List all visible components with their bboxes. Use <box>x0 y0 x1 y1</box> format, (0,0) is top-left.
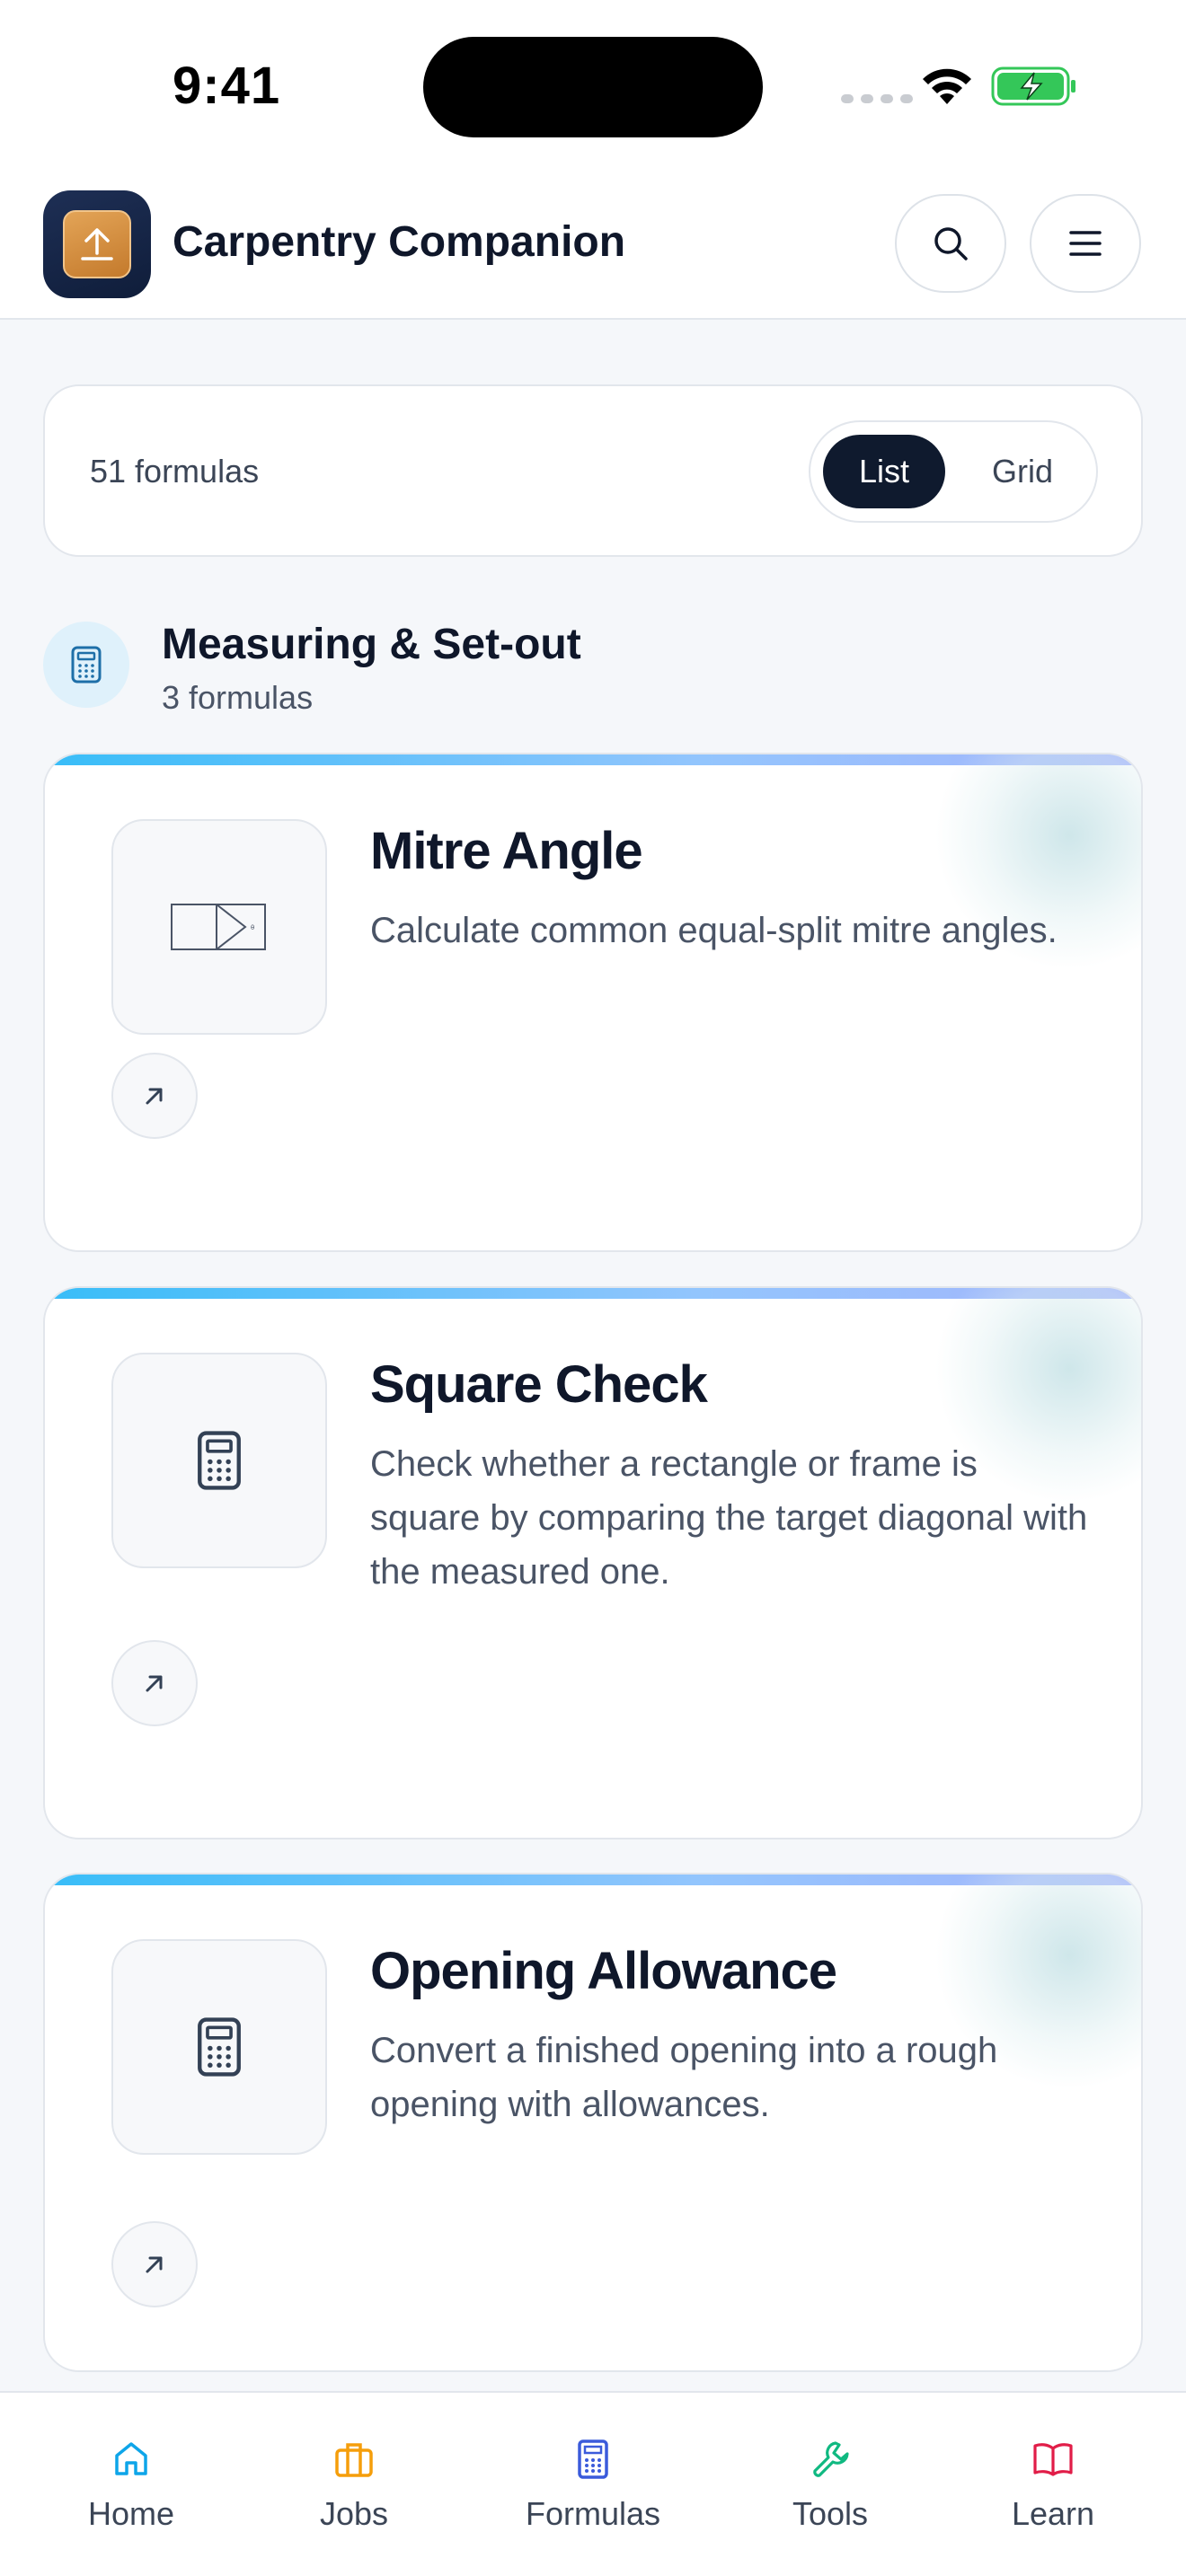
formula-card-square-check[interactable]: Square Check Check whether a rectangle o… <box>43 1286 1143 1839</box>
view-toggle: List Grid <box>809 420 1098 523</box>
nav-label: Home <box>87 2495 175 2532</box>
formula-description: Check whether a rectangle or frame is sq… <box>370 1444 1088 1592</box>
formula-thumbnail <box>111 1939 327 2155</box>
mitre-diagram-icon: θ <box>171 904 266 950</box>
calculator-icon <box>198 2017 241 2077</box>
category-count: 3 formulas <box>162 679 314 716</box>
book-icon <box>1033 2443 1073 2476</box>
formula-thumbnail: θ <box>111 819 327 1035</box>
nav-item-tools[interactable]: Tools <box>740 2393 920 2576</box>
app-header: Carpentry Companion <box>0 171 1186 320</box>
formula-summary-card: 51 formulas List Grid <box>43 384 1143 557</box>
wrench-icon <box>813 2441 849 2477</box>
nav-item-home[interactable]: Home <box>41 2393 221 2576</box>
open-formula-button[interactable] <box>111 1640 198 1726</box>
view-grid-button[interactable]: Grid <box>961 435 1084 508</box>
app-title: Carpentry Companion <box>173 218 626 266</box>
nav-label: Learn <box>1011 2495 1095 2532</box>
formula-title: Mitre Angle <box>370 822 643 880</box>
open-formula-button[interactable] <box>111 2221 198 2307</box>
arrow-up-right-icon <box>146 2256 163 2273</box>
wifi-icon <box>923 68 971 104</box>
view-list-button[interactable]: List <box>823 435 945 508</box>
cellular-signal-icon <box>841 94 913 103</box>
formula-description: Convert a finished opening into a rough … <box>370 2031 998 2124</box>
dynamic-island <box>423 37 763 137</box>
upload-box-icon <box>63 210 131 278</box>
calculator-icon <box>71 646 102 684</box>
nav-item-jobs[interactable]: Jobs <box>264 2393 444 2576</box>
formula-card-mitre-angle[interactable]: θ Mitre Angle Calculate common equal-spl… <box>43 753 1143 1252</box>
calculator-icon <box>198 1431 241 1490</box>
open-formula-button[interactable] <box>111 1053 198 1139</box>
formula-count: 51 formulas <box>90 453 260 490</box>
nav-label: Formulas <box>525 2495 661 2532</box>
search-icon <box>934 227 968 260</box>
formula-thumbnail <box>111 1353 327 1568</box>
formula-title: Square Check <box>370 1355 708 1414</box>
svg-text:θ: θ <box>251 924 254 931</box>
formula-card-opening-allowance[interactable]: Opening Allowance Convert a finished ope… <box>43 1873 1143 2372</box>
status-time: 9:41 <box>173 57 281 115</box>
nav-label: Jobs <box>319 2495 389 2532</box>
app-logo <box>43 190 151 298</box>
bottom-navigation: Home Jobs Formulas Tools Learn <box>0 2391 1186 2576</box>
arrow-up-right-icon <box>146 1088 163 1105</box>
home-icon <box>115 2442 147 2475</box>
menu-button[interactable] <box>1030 194 1141 293</box>
nav-label: Tools <box>792 2495 869 2532</box>
calculator-icon <box>578 2439 608 2479</box>
category-title: Measuring & Set-out <box>162 621 581 668</box>
status-bar: 9:41 <box>0 0 1186 171</box>
formula-title: Opening Allowance <box>370 1942 837 2000</box>
arrow-up-right-icon <box>146 1675 163 1692</box>
nav-item-learn[interactable]: Learn <box>963 2393 1143 2576</box>
nav-item-formulas[interactable]: Formulas <box>503 2393 683 2576</box>
formula-description: Calculate common equal-split mitre angle… <box>370 911 1058 950</box>
briefcase-icon <box>335 2443 373 2477</box>
category-icon <box>43 622 129 708</box>
battery-charging-icon <box>991 66 1075 106</box>
search-button[interactable] <box>895 194 1006 293</box>
hamburger-menu-icon <box>1069 231 1102 256</box>
